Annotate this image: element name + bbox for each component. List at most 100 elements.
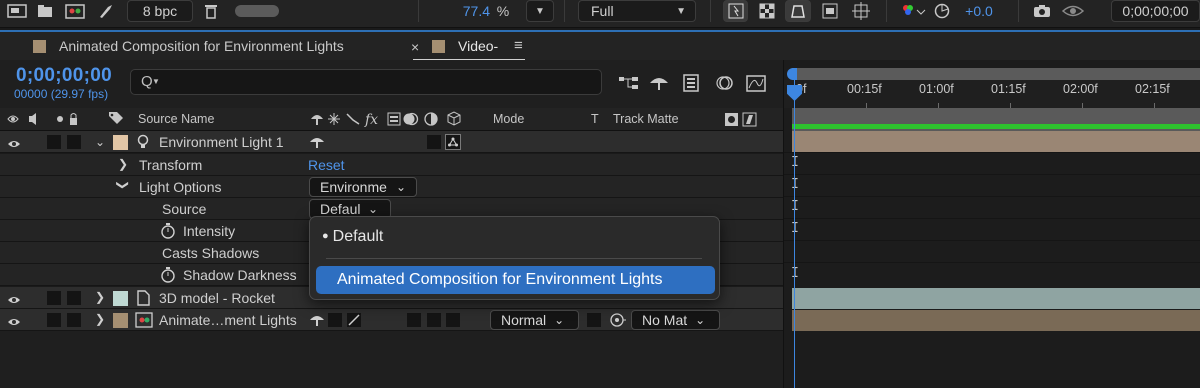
tab-video[interactable]: Video-	[432, 38, 498, 54]
layer-track-rocket[interactable]	[792, 288, 1200, 309]
source-dropdown-menu: ● Default Animated Composition for Enviro…	[309, 216, 720, 300]
panel-menu-icon[interactable]: ≡	[514, 37, 523, 54]
menu-item-animated-composition[interactable]: Animated Composition for Environment Lig…	[316, 266, 715, 294]
zoom-value[interactable]: 77.4	[455, 0, 490, 22]
resolution-dropdown[interactable]: Full ▼	[578, 0, 696, 22]
layer-label-color[interactable]	[113, 313, 128, 328]
track-matte-value: No Mat	[642, 312, 688, 328]
pick-whip-icon[interactable]	[609, 312, 627, 331]
brush-icon[interactable]	[96, 0, 116, 22]
light-bulb-icon	[137, 134, 149, 153]
exposure-value[interactable]: +0.0	[962, 0, 996, 22]
property-row-light-options[interactable]: ❯ Light Options Environme ⌄	[0, 176, 783, 198]
shy-layers-icon[interactable]	[648, 72, 670, 94]
casts-shadows-label: Casts Shadows	[162, 245, 260, 261]
chevron-down-icon[interactable]: ❯	[116, 180, 130, 190]
layer-row-environment-light[interactable]: ⌄ Environment Light 1	[0, 131, 783, 153]
composition-mini-flowchart-icon[interactable]	[618, 72, 640, 94]
flowchart-icon[interactable]	[64, 0, 86, 22]
time-navigator-bar[interactable]	[792, 68, 1200, 80]
3d-layer-switch[interactable]	[445, 134, 461, 150]
bit-depth-button[interactable]: 8 bpc	[127, 0, 193, 22]
time-ruler[interactable]: 0f 00:15f 01:00f 01:15f 02:00f 02:15f	[784, 80, 1200, 108]
source-label: Source	[162, 201, 207, 217]
property-row-transform[interactable]: ❯ Transform Reset	[0, 154, 783, 176]
lock-switch[interactable]	[67, 135, 81, 149]
quality-switch[interactable]	[347, 313, 361, 327]
grid-guides-icon[interactable]	[850, 0, 872, 22]
chevron-down-icon: ▼	[676, 5, 686, 17]
search-input[interactable]: Q ▼	[130, 69, 602, 95]
viewer-toolbar: 8 bpc 77.4 % ▼ Full ▼ +0.0 0;00;00;00	[0, 0, 1200, 28]
stopwatch-icon[interactable]	[160, 223, 176, 242]
graph-editor-icon[interactable]	[745, 72, 767, 94]
switch-box[interactable]	[407, 313, 421, 327]
shy-switch-icon[interactable]	[309, 135, 325, 152]
layer-label-color[interactable]	[113, 135, 128, 150]
solo-switch[interactable]	[47, 291, 61, 305]
track-row: I	[784, 262, 1200, 287]
chevron-right-icon[interactable]: ❯	[118, 157, 128, 171]
motion-blur-icon[interactable]	[714, 72, 736, 94]
region-of-interest-icon[interactable]	[820, 0, 840, 22]
solo-switch[interactable]	[47, 135, 61, 149]
frame-rate-display: 00000 (29.97 fps)	[14, 87, 109, 101]
current-time-display[interactable]: 0;00;00;00	[16, 65, 112, 87]
exposure-icon[interactable]	[932, 0, 952, 22]
switch-box[interactable]	[427, 313, 441, 327]
time-navigator-start-handle[interactable]	[787, 68, 797, 80]
track-row: I	[784, 152, 1200, 174]
current-time-indicator-line[interactable]	[794, 80, 795, 388]
timeline-area[interactable]: 0f 00:15f 01:00f 01:15f 02:00f 02:15f I …	[783, 60, 1200, 388]
visibility-eye-icon[interactable]	[7, 136, 21, 152]
track-matte-header[interactable]: Track Matte	[613, 112, 679, 126]
stopwatch-icon[interactable]	[160, 267, 176, 286]
track-row: I	[784, 196, 1200, 218]
tab-animated-composition[interactable]: Animated Composition for Environment Lig…	[33, 38, 344, 54]
chevron-right-icon[interactable]: ❯	[95, 312, 105, 326]
toggle-slider[interactable]	[234, 0, 280, 22]
shy-switch-icon[interactable]	[309, 313, 325, 330]
close-tab-icon[interactable]: ×	[411, 39, 419, 55]
layer-name[interactable]: Animate…ment Lights	[159, 312, 297, 328]
mask-visibility-icon[interactable]	[785, 0, 811, 22]
color-channels-icon[interactable]	[899, 0, 927, 22]
layer-row-animated-composition[interactable]: ❯ Animate…ment Lights Normal ⌄ No Mat ⌄	[0, 309, 783, 331]
show-snapshot-icon[interactable]	[1061, 0, 1085, 22]
solo-switch[interactable]	[47, 313, 61, 327]
menu-item-label: Default	[332, 228, 384, 245]
visibility-eye-icon[interactable]	[7, 292, 21, 308]
lock-switch[interactable]	[67, 291, 81, 305]
lock-switch[interactable]	[67, 313, 81, 327]
transform-reset-link[interactable]: Reset	[308, 157, 345, 173]
camera-icon[interactable]	[1031, 0, 1053, 22]
menu-item-default[interactable]: ● Default	[322, 228, 383, 246]
layer-name[interactable]: Environment Light 1	[159, 134, 284, 150]
work-area-bar[interactable]	[792, 108, 1200, 131]
mode-header[interactable]: Mode	[493, 112, 524, 126]
track-matte-dropdown[interactable]: No Mat ⌄	[631, 310, 720, 330]
layer-track-light[interactable]	[792, 131, 1200, 152]
layer-name[interactable]: 3D model - Rocket	[159, 290, 275, 306]
snapshot-region-icon[interactable]	[6, 0, 28, 22]
viewer-timecode-field[interactable]: 0;00;00;00	[1111, 0, 1200, 22]
switch-box[interactable]	[328, 313, 342, 327]
switch-box[interactable]	[427, 135, 441, 149]
folder-icon[interactable]	[36, 0, 54, 22]
layer-label-color[interactable]	[113, 291, 128, 306]
chevron-down-icon[interactable]: ⌄	[95, 135, 105, 149]
trash-icon[interactable]	[202, 0, 220, 22]
transparency-grid-icon[interactable]	[756, 0, 778, 22]
frame-blending-icon[interactable]	[680, 72, 702, 94]
switch-box[interactable]	[446, 313, 460, 327]
light-type-dropdown[interactable]: Environme ⌄	[309, 177, 417, 197]
fast-previews-icon[interactable]	[723, 0, 748, 22]
layer-track-animated-composition[interactable]	[792, 310, 1200, 331]
preserve-transparency-switch[interactable]	[587, 313, 601, 327]
source-name-header[interactable]: Source Name	[138, 112, 214, 126]
chevron-right-icon[interactable]: ❯	[95, 290, 105, 304]
blend-mode-dropdown[interactable]: Normal ⌄	[490, 310, 579, 330]
time-tick-label: 02:00f	[1063, 82, 1098, 96]
zoom-dropdown-button[interactable]: ▼	[526, 0, 554, 22]
visibility-eye-icon[interactable]	[7, 314, 21, 330]
